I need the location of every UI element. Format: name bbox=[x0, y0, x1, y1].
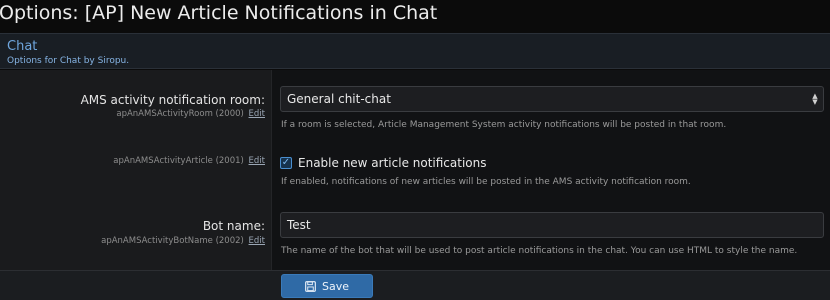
article-option-explain: If enabled, notifications of new article… bbox=[281, 177, 691, 187]
form-footer: Save bbox=[0, 270, 830, 300]
bot-name-input-value: Test bbox=[287, 218, 311, 232]
block-description: Options for Chat by Siropu. bbox=[7, 56, 130, 66]
check-icon: ✓ bbox=[281, 157, 291, 168]
floppy-disk-icon bbox=[305, 280, 316, 292]
room-option-id: apAnAMSActivityRoom (2000) Edit bbox=[116, 109, 265, 119]
article-option-id-text: apAnAMSActivityArticle (2001) bbox=[113, 156, 244, 166]
options-form: AMS activity notification room: apAnAMSA… bbox=[0, 70, 830, 270]
room-option-label: AMS activity notification room: bbox=[80, 93, 265, 107]
bot-name-option-id: apAnAMSActivityBotName (2002) Edit bbox=[101, 236, 265, 246]
room-option-id-text: apAnAMSActivityRoom (2000) bbox=[116, 109, 244, 119]
bot-name-option-explain: The name of the bot that will be used to… bbox=[281, 246, 798, 256]
bot-name-option-id-text: apAnAMSActivityBotName (2002) bbox=[101, 236, 244, 246]
select-arrows-icon: ▲ ▼ bbox=[812, 92, 818, 106]
save-button-label: Save bbox=[321, 279, 349, 293]
bot-name-option-label: Bot name: bbox=[202, 219, 265, 233]
room-option-edit-link[interactable]: Edit bbox=[249, 109, 265, 119]
bot-name-option-edit-link[interactable]: Edit bbox=[249, 236, 265, 246]
page-title: Options: [AP] New Article Notifications … bbox=[0, 2, 438, 24]
article-notifications-checkbox[interactable]: ✓ bbox=[280, 157, 292, 169]
label-column: AMS activity notification room: apAnAMSA… bbox=[0, 70, 272, 270]
article-notifications-checkbox-row[interactable]: ✓ Enable new article notifications bbox=[280, 155, 487, 171]
room-select-value: General chit-chat bbox=[287, 92, 391, 106]
article-notifications-checkbox-label[interactable]: Enable new article notifications bbox=[298, 156, 487, 170]
article-option-id: apAnAMSActivityArticle (2001) Edit bbox=[113, 156, 265, 166]
save-button[interactable]: Save bbox=[281, 274, 373, 298]
block-header: Chat Options for Chat by Siropu. bbox=[0, 33, 830, 69]
bot-name-input[interactable]: Test bbox=[280, 212, 824, 238]
block-title: Chat bbox=[7, 39, 38, 54]
article-option-edit-link[interactable]: Edit bbox=[249, 156, 265, 166]
room-select[interactable]: General chit-chat ▲ ▼ bbox=[280, 86, 824, 112]
room-option-explain: If a room is selected, Article Managemen… bbox=[281, 120, 727, 130]
